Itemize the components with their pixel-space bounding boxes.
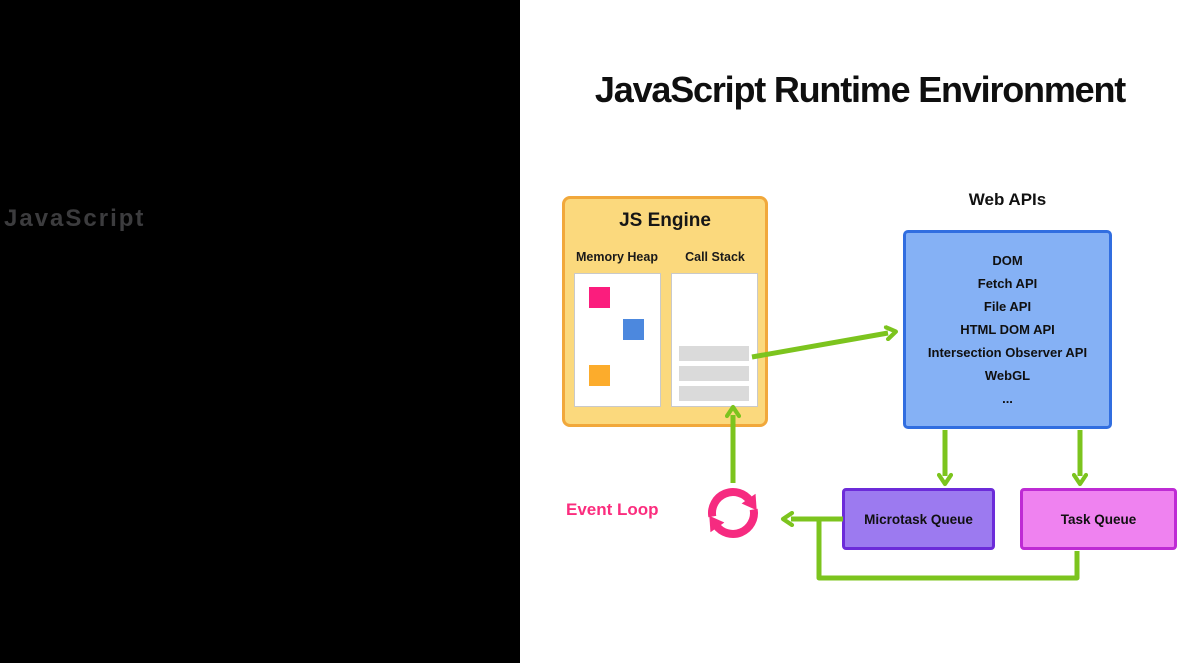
api-item-ellipsis: ... (906, 387, 1109, 410)
api-item-intersection-observer: Intersection Observer API (906, 341, 1109, 364)
api-item-html-dom: HTML DOM API (906, 318, 1109, 341)
web-apis-box: DOM Fetch API File API HTML DOM API Inte… (903, 230, 1112, 429)
microtask-queue-box: Microtask Queue (842, 488, 995, 550)
heap-object-orange (589, 365, 610, 386)
api-item-fetch: Fetch API (906, 272, 1109, 295)
event-loop-label: Event Loop (566, 500, 666, 520)
brand-label: JavaScript (4, 205, 145, 233)
memory-heap-label: Memory Heap (571, 250, 663, 264)
memory-heap-panel (574, 273, 661, 407)
stack-frame (679, 366, 749, 381)
call-stack-label: Call Stack (669, 250, 761, 264)
heap-object-blue (623, 319, 644, 340)
web-apis-title: Web APIs (903, 190, 1112, 210)
page-title: JavaScript Runtime Environment (520, 69, 1200, 111)
screenshot-stage: JavaScript JavaScript Runtime Environmen… (0, 0, 1200, 663)
heap-object-pink (589, 287, 610, 308)
task-queue-box: Task Queue (1020, 488, 1177, 550)
task-queue-label: Task Queue (1061, 512, 1137, 527)
call-stack-panel (671, 273, 758, 407)
api-item-file: File API (906, 295, 1109, 318)
stack-frame (679, 346, 749, 361)
js-engine-title: JS Engine (565, 210, 765, 232)
microtask-queue-label: Microtask Queue (864, 512, 973, 527)
stack-frame (679, 386, 749, 401)
event-loop-refresh-icon (696, 479, 774, 547)
js-engine-box: JS Engine Memory Heap Call Stack (562, 196, 768, 427)
left-black-panel: JavaScript (0, 0, 520, 663)
api-item-dom: DOM (906, 249, 1109, 272)
api-item-webgl: WebGL (906, 364, 1109, 387)
arrow-callstack-to-webapis (752, 333, 888, 357)
